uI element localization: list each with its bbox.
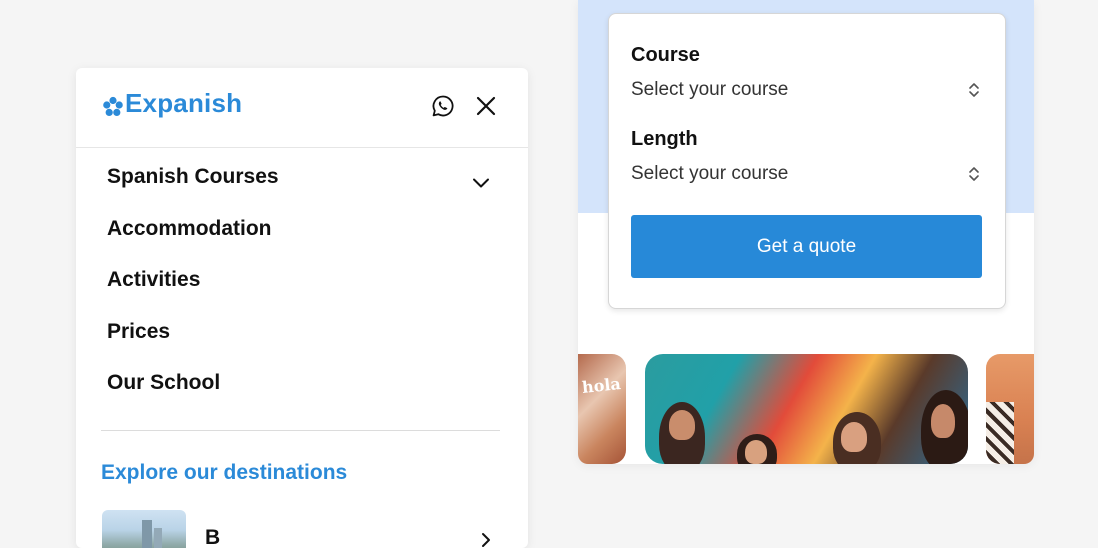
whatsapp-icon[interactable] <box>431 94 455 118</box>
destination-thumbnail[interactable] <box>102 510 186 548</box>
updown-icon <box>969 83 979 97</box>
destination-name[interactable]: B <box>205 526 220 548</box>
photo-person <box>841 422 867 452</box>
chevron-right-icon[interactable] <box>476 530 496 548</box>
photo-person <box>669 410 695 440</box>
logo[interactable]: Expanish <box>102 88 242 118</box>
thumbnail-building <box>154 528 162 548</box>
close-icon[interactable] <box>474 94 498 118</box>
nav-item-activities[interactable]: Activities <box>107 265 279 317</box>
divider <box>101 430 500 431</box>
thumbnail-building <box>142 520 152 548</box>
course-select-value: Select your course <box>631 79 789 100</box>
nav-item-spanish-courses[interactable]: Spanish Courses <box>107 162 279 214</box>
nav-list: Spanish Courses Accommodation Activities… <box>107 162 279 420</box>
length-select[interactable]: Select your course <box>631 159 981 189</box>
photo-person <box>745 440 767 464</box>
logo-text: Expanish <box>125 88 243 118</box>
nav-item-our-school[interactable]: Our School <box>107 368 279 420</box>
photo-pattern <box>986 402 1014 464</box>
carousel-photo-next[interactable] <box>986 354 1034 464</box>
get-quote-button[interactable]: Get a quote <box>631 215 982 278</box>
carousel-photo-prev[interactable]: hola <box>578 354 626 464</box>
explore-destinations-heading: Explore our destinations <box>101 461 348 484</box>
course-label: Course <box>631 44 700 66</box>
photo-person <box>931 404 955 438</box>
length-select-value: Select your course <box>631 163 789 184</box>
photo-sign-text: hola <box>581 374 622 397</box>
carousel-photo-current[interactable] <box>645 354 968 464</box>
booking-panel: Course Select your course Length Select … <box>578 0 1034 464</box>
quote-card: Course Select your course Length Select … <box>608 13 1006 309</box>
nav-item-accommodation[interactable]: Accommodation <box>107 214 279 266</box>
nav-item-prices[interactable]: Prices <box>107 317 279 369</box>
chevron-down-icon[interactable] <box>470 172 492 194</box>
logo-flower-icon <box>103 96 123 116</box>
menu-header: Expanish <box>76 68 528 148</box>
mobile-menu-panel: Expanish Spanish Courses Accommodation A… <box>76 68 528 548</box>
updown-icon <box>969 167 979 181</box>
course-select[interactable]: Select your course <box>631 75 981 105</box>
length-label: Length <box>631 128 698 150</box>
